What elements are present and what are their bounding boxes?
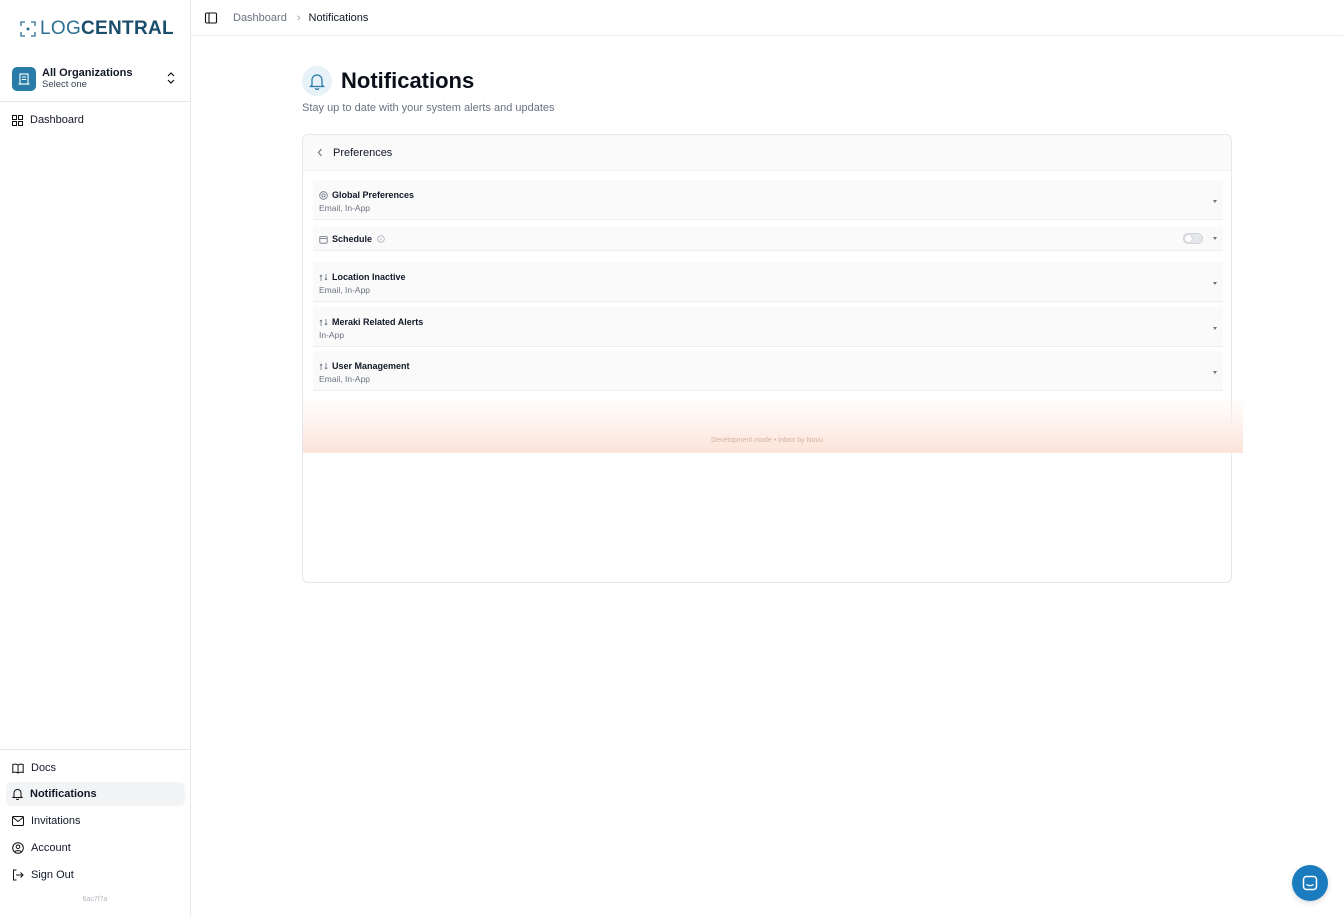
caret-down-icon[interactable]	[1213, 237, 1217, 240]
sidebar-item-label: Docs	[31, 762, 57, 774]
sidebar-divider	[0, 749, 190, 750]
pref-channels: In-App	[319, 330, 345, 340]
logo-mark-icon	[20, 21, 36, 37]
sidebar-item-sign-out[interactable]: Sign Out	[6, 863, 185, 887]
calendar-icon	[319, 235, 328, 244]
pref-row-global[interactable]: Global Preferences Email, In-App	[313, 180, 1223, 220]
sidebar-item-invitations[interactable]: Invitations	[6, 809, 185, 833]
pref-row-meraki-alerts[interactable]: Meraki Related Alerts In-App	[313, 307, 1223, 347]
sidebar-item-notifications[interactable]: Notifications	[6, 782, 185, 806]
pref-channels: Email, In-App	[319, 203, 371, 213]
caret-down-icon[interactable]	[1213, 200, 1217, 203]
preferences-title: Preferences	[333, 146, 393, 159]
building-icon	[18, 72, 30, 85]
pref-title-row: User Management	[319, 361, 410, 371]
org-switcher[interactable]: All Organizations Select one	[0, 56, 190, 102]
page-title: Notifications	[341, 68, 475, 93]
page-subtitle: Stay up to date with your system alerts …	[302, 102, 555, 114]
schedule-toggle[interactable]	[1183, 233, 1203, 244]
sidebar-item-account[interactable]: Account	[6, 836, 185, 860]
dev-mode-footer: Development mode • Inbox by Novu	[303, 397, 1243, 453]
page-bell-badge	[302, 66, 332, 96]
caret-down-icon[interactable]	[1213, 327, 1217, 330]
globe-icon	[319, 190, 328, 200]
version-label: 6ac7f7a	[82, 896, 108, 903]
bell-icon	[309, 73, 325, 90]
sidebar-toggle-icon[interactable]	[204, 11, 218, 25]
pref-title-row: Location Inactive	[319, 272, 406, 282]
workflow-icon	[319, 362, 328, 370]
caret-down-icon[interactable]	[1213, 371, 1217, 374]
top-bar: Dashboard › Notifications	[191, 0, 1343, 36]
pref-title: Meraki Related Alerts	[332, 317, 424, 327]
mail-icon	[12, 816, 24, 826]
breadcrumb-dashboard[interactable]: Dashboard	[233, 12, 287, 24]
toggle-knob	[1185, 235, 1192, 242]
grid-icon	[12, 114, 23, 126]
pref-channels: Email, In-App	[319, 285, 371, 295]
pref-title: Schedule	[332, 234, 373, 244]
chat-launcher-button[interactable]	[1292, 865, 1328, 901]
sidebar-item-label: Account	[31, 842, 71, 854]
sidebar: LOGCENTRAL All Organizations Select one	[0, 0, 191, 916]
workflow-icon	[319, 318, 328, 326]
chevron-left-icon[interactable]	[317, 148, 323, 157]
workflow-icon	[319, 273, 328, 281]
book-icon	[12, 763, 24, 774]
info-icon[interactable]	[377, 235, 385, 243]
sidebar-item-label: Invitations	[31, 815, 81, 827]
pref-row-location-inactive[interactable]: Location Inactive Email, In-App	[313, 262, 1223, 302]
chat-icon	[1302, 875, 1318, 891]
pref-channels: Email, In-App	[319, 374, 371, 384]
org-name: All Organizations	[42, 66, 133, 79]
breadcrumb-separator-icon: ›	[296, 11, 301, 24]
preferences-header: Preferences	[303, 135, 1231, 171]
logo[interactable]: LOGCENTRAL	[20, 17, 174, 41]
pref-title: Global Preferences	[332, 190, 415, 200]
user-circle-icon	[12, 842, 24, 854]
logout-icon	[13, 869, 24, 881]
caret-down-icon[interactable]	[1213, 282, 1217, 285]
pref-title-row: Schedule	[319, 234, 389, 244]
pref-title: User Management	[332, 361, 410, 371]
breadcrumb-current: Notifications	[308, 11, 369, 24]
pref-title: Location Inactive	[332, 272, 406, 282]
pref-row-user-management[interactable]: User Management Email, In-App	[313, 351, 1223, 391]
logo-text: LOGCENTRAL	[40, 18, 174, 39]
sidebar-item-docs[interactable]: Docs	[6, 756, 185, 780]
sidebar-item-label: Sign Out	[31, 869, 74, 881]
sidebar-item-label: Notifications	[30, 788, 97, 800]
chevrons-up-down-icon	[167, 72, 175, 84]
org-avatar	[12, 66, 36, 91]
pref-row-schedule[interactable]: Schedule	[313, 227, 1223, 251]
sidebar-item-label: Dashboard	[30, 114, 84, 126]
notification-inbox-panel: Preferences Global Preferences Email, In…	[302, 134, 1243, 583]
dev-mode-footer-text[interactable]: Development mode • Inbox by Novu	[303, 437, 1231, 444]
pref-title-row: Meraki Related Alerts	[319, 317, 423, 327]
org-subtitle: Select one	[42, 78, 87, 90]
bell-icon	[12, 789, 23, 800]
pref-title-row: Global Preferences	[319, 190, 414, 200]
sidebar-item-dashboard[interactable]: Dashboard	[6, 108, 185, 132]
